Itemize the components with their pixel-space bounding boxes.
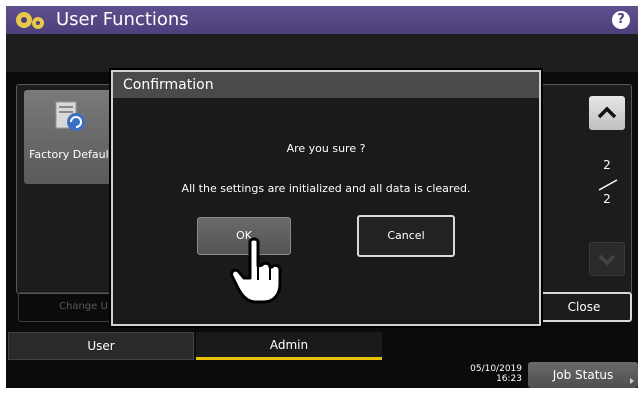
screen: User Functions ? Factory Default 2 2 Cha… [6,6,638,388]
scroll-down-button[interactable] [589,242,625,276]
time-label: 16:23 [496,374,522,384]
date-time: 05/10/2019 16:23 [452,364,522,384]
factory-default-tile[interactable]: Factory Default [24,90,118,184]
confirmation-dialog: Confirmation Are you sure ? All the sett… [111,70,541,326]
header-band [6,34,638,72]
question-icon[interactable]: ? [612,11,630,29]
tab-user[interactable]: User [8,332,194,360]
chevron-up-icon [597,106,617,119]
tile-label: Factory Default [29,148,113,161]
pointing-hand-icon [230,237,282,304]
title-bar: User Functions ? [6,6,638,34]
cancel-button[interactable]: Cancel [357,215,455,257]
current-page: 2 [603,158,611,172]
page-indicator: 2 2 [589,158,625,214]
scroll-up-button[interactable] [589,96,625,130]
chevron-down-icon [598,254,616,266]
confirmation-detail: All the settings are initialized and all… [181,182,471,195]
dialog-title: Confirmation [113,72,539,98]
page-divider [598,179,618,191]
job-status-label: Job Status [552,368,614,382]
job-status-button[interactable]: Job Status [528,362,638,388]
date-label: 05/10/2019 [470,364,522,374]
gear-icon [16,12,44,29]
job-status-arrow-icon [630,378,634,384]
page-title: User Functions [56,9,189,30]
confirmation-message: Are you sure ? [286,142,366,155]
close-button[interactable]: Close [536,292,632,322]
factory-default-icon [55,101,85,131]
tab-admin[interactable]: Admin [196,332,382,360]
total-pages: 2 [603,192,611,206]
